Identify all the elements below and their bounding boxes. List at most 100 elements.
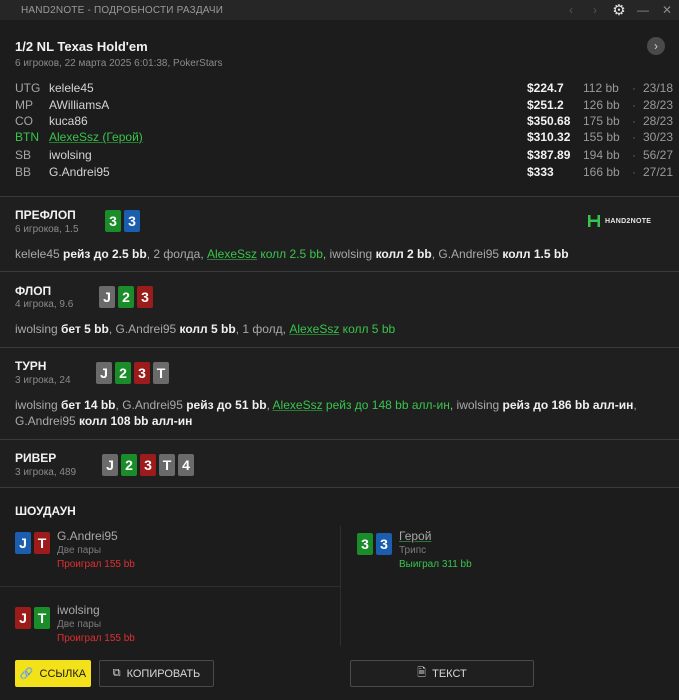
link-button-label: ССЫЛКА xyxy=(39,667,87,680)
card: 2 xyxy=(118,286,134,308)
street-sub-flop: 4 игрока, 9.6 xyxy=(15,299,74,310)
action-text: рейз до 148 bb алл-ин xyxy=(322,398,450,412)
hand2note-logo: HAND2NOTE xyxy=(587,214,651,228)
card: 3 xyxy=(376,533,392,555)
card: 3 xyxy=(137,286,153,308)
hand-header: 1/2 NL Texas Hold'em 6 игроков, 22 марта… xyxy=(0,20,679,196)
player-row-hero[interactable]: BTN AlexeSsz (Герой) $310.32 155 bb · 30… xyxy=(0,130,679,147)
logo-text: HAND2NOTE xyxy=(605,217,652,225)
player-stack: $251.2 xyxy=(527,98,564,112)
player-position: SB xyxy=(15,148,32,162)
card: J xyxy=(15,532,31,554)
player-stack: $387.89 xyxy=(527,148,571,162)
copy-button[interactable]: ⧉ КОПИРОВАТЬ xyxy=(99,660,214,687)
showdown-cards-p1: J T xyxy=(15,532,50,554)
showdown-hand: Две пары xyxy=(57,545,102,556)
player-position: UTG xyxy=(15,81,41,95)
showdown-hero-name[interactable]: Герой xyxy=(399,529,431,543)
divider xyxy=(0,586,340,587)
action-text: рейз до 51 bb xyxy=(182,398,267,412)
window-title: HAND2NOTE - ПОДРОБНОСТИ РАЗДАЧИ xyxy=(21,4,224,16)
showdown-title: ШОУДАУН xyxy=(15,504,76,518)
showdown-player-name: G.Andrei95 xyxy=(57,529,118,543)
chevron-right-icon: › xyxy=(654,39,658,53)
showdown-cards-hero: 3 3 xyxy=(357,533,392,555)
player-row[interactable]: UTG kelele45 $224.7 112 bb · 23/18 xyxy=(0,81,679,98)
action-text: бет 14 bb xyxy=(57,398,116,412)
player-stack-bb: 194 bb xyxy=(583,148,620,162)
street-sub-preflop: 6 игроков, 1.5 xyxy=(15,224,79,235)
card: 2 xyxy=(121,454,137,476)
action-player: G.Andrei95 xyxy=(438,247,500,261)
street-title-river: РИВЕР xyxy=(15,451,57,465)
close-icon[interactable]: ✕ xyxy=(655,0,679,20)
action-text: рейз до 2.5 bb xyxy=(59,247,147,261)
action-player: iwolsing xyxy=(456,398,500,412)
card: 4 xyxy=(178,454,194,476)
text-button-label: ТЕКСТ xyxy=(432,667,467,680)
document-icon: 🗎 xyxy=(417,667,427,679)
turn-actions: iwolsing бет 14 bb, G.Andrei95 рейз до 5… xyxy=(15,397,665,429)
hero-link[interactable]: AlexeSsz xyxy=(273,398,323,412)
action-player: G.Andrei95 xyxy=(115,322,177,336)
hero-link[interactable]: AlexeSsz xyxy=(207,247,257,261)
player-vpip-pfr: 27/21 xyxy=(643,165,674,179)
separator-dot: · xyxy=(632,165,636,179)
action-text: бет 5 bb xyxy=(57,322,109,336)
gear-icon[interactable]: ⚙ xyxy=(607,0,631,20)
forward-icon[interactable]: › xyxy=(583,0,607,20)
divider xyxy=(0,439,679,440)
action-player: kelele45 xyxy=(15,247,60,261)
separator-dot: · xyxy=(632,148,636,162)
player-stack: $350.68 xyxy=(527,114,571,128)
flop-actions: iwolsing бет 5 bb, G.Andrei95 колл 5 bb,… xyxy=(15,321,665,337)
showdown-hand: Две пары xyxy=(57,619,102,630)
action-text: , 2 фолда, xyxy=(146,247,207,261)
action-text: рейз до 186 bb алл-ин xyxy=(499,398,634,412)
card: 3 xyxy=(140,454,156,476)
back-icon[interactable]: ‹ xyxy=(559,0,583,20)
player-stack: $224.7 xyxy=(527,81,564,95)
player-position: BB xyxy=(15,165,32,179)
hero-link[interactable]: AlexeSsz xyxy=(289,322,339,336)
player-row[interactable]: SB iwolsing $387.89 194 bb · 56/27 xyxy=(0,148,679,165)
action-player: G.Andrei95 xyxy=(15,414,76,428)
action-text: колл 2 bb xyxy=(372,247,432,261)
action-text: , 1 фолд, xyxy=(235,322,290,336)
card: T xyxy=(159,454,175,476)
player-position: MP xyxy=(15,98,33,112)
action-player: iwolsing xyxy=(15,398,58,412)
player-position: CO xyxy=(15,114,33,128)
player-row[interactable]: BB G.Andrei95 $333 166 bb · 27/21 xyxy=(0,165,679,182)
action-text: колл 5 bb xyxy=(176,322,236,336)
player-row[interactable]: CO kuca86 $350.68 175 bb · 28/23 xyxy=(0,114,679,131)
player-vpip-pfr: 23/18 xyxy=(643,81,674,95)
action-player: iwolsing xyxy=(329,247,373,261)
separator-dot: · xyxy=(632,114,636,128)
flop-cards: J 2 3 xyxy=(99,286,153,308)
card: 3 xyxy=(357,533,373,555)
player-row[interactable]: MP AWilliamsA $251.2 126 bb · 28/23 xyxy=(0,98,679,115)
title-bar: HAND2NOTE - ПОДРОБНОСТИ РАЗДАЧИ ‹ › ⚙ — … xyxy=(0,0,679,20)
card: J xyxy=(96,362,112,384)
turn-cards: J 2 3 T xyxy=(96,362,169,384)
showdown-result: Проиграл 155 bb xyxy=(57,559,135,570)
divider-vertical xyxy=(340,526,341,646)
preflop-hero-cards: 3 3 xyxy=(105,210,140,232)
copy-icon: ⧉ xyxy=(112,667,121,679)
text-button[interactable]: 🗎 ТЕКСТ xyxy=(350,660,534,687)
next-hand-button[interactable]: › xyxy=(647,37,665,55)
player-name[interactable]: AlexeSsz (Герой) xyxy=(49,130,143,144)
minimize-icon[interactable]: — xyxy=(631,0,655,20)
card: 3 xyxy=(105,210,121,232)
river-cards: J 2 3 T 4 xyxy=(102,454,194,476)
link-button[interactable]: 🔗 ССЫЛКА xyxy=(15,660,91,687)
action-text: колл 1.5 bb xyxy=(499,247,569,261)
copy-button-label: КОПИРОВАТЬ xyxy=(126,667,201,680)
showdown-result: Выиграл 311 bb xyxy=(399,559,472,570)
showdown-result: Проиграл 155 bb xyxy=(57,633,135,644)
showdown-cards-p2: J T xyxy=(15,607,50,629)
game-subtitle: 6 игроков, 22 марта 2025 6:01:38, PokerS… xyxy=(15,58,223,69)
action-text: колл 2.5 bb xyxy=(257,247,323,261)
player-stack-bb: 175 bb xyxy=(583,114,620,128)
